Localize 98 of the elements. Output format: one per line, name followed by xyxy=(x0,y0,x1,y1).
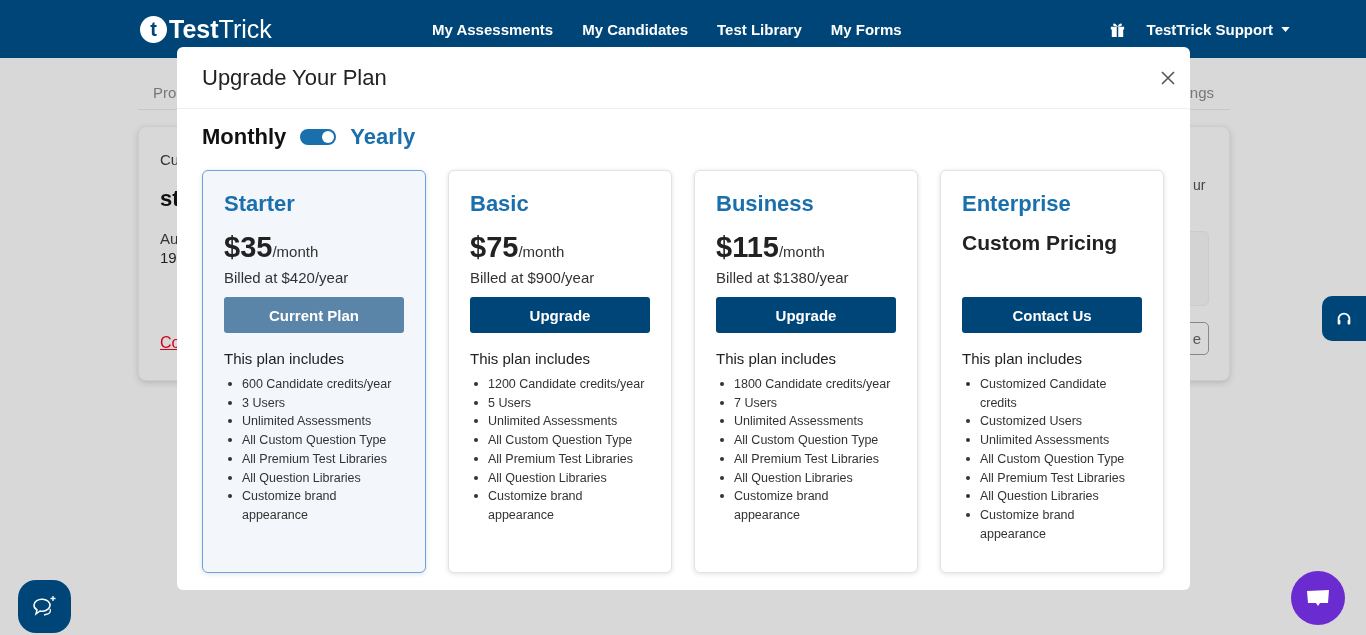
features-heading: This plan includes xyxy=(224,350,346,367)
feature-text: Unlimited Assessments xyxy=(242,413,373,431)
feature-text: All Premium Test Libraries xyxy=(980,469,1126,487)
billing-note: Billed at $900/year xyxy=(470,269,596,287)
plan-button[interactable]: Upgrade xyxy=(716,297,896,333)
bullet-icon xyxy=(966,419,970,424)
feature-text: All Question Libraries xyxy=(734,469,854,487)
field-label: Au xyxy=(160,230,180,247)
bullet-icon xyxy=(720,419,724,424)
description-text: ur xyxy=(1193,177,1206,193)
feature-text: 3 Users xyxy=(242,394,287,412)
messenger-button[interactable] xyxy=(1291,571,1345,625)
feature-text: Unlimited Assessments xyxy=(488,413,619,431)
nav-link[interactable]: My Candidates xyxy=(582,21,689,37)
bullet-icon xyxy=(228,494,232,499)
support-button[interactable] xyxy=(1322,296,1366,341)
bullet-icon xyxy=(474,382,478,386)
feature-text: Customize brand appearance xyxy=(242,488,338,524)
feature-text: All Question Libraries xyxy=(242,469,362,487)
features-heading: This plan includes xyxy=(962,350,1084,367)
bullet-icon xyxy=(474,494,478,499)
plan-price: $115 xyxy=(716,231,779,264)
bullet-icon xyxy=(228,456,232,461)
feature-text: Customize brand appearance xyxy=(734,488,830,524)
bullet-icon xyxy=(720,456,724,461)
nav-link[interactable]: Test Library xyxy=(717,21,802,37)
billing-note: Billed at $420/year xyxy=(224,269,350,287)
feature-text: All Question Libraries xyxy=(488,469,608,487)
nav-link[interactable]: My Assessments xyxy=(432,21,554,37)
feature-text: All Custom Question Type xyxy=(488,432,634,450)
bullet-icon xyxy=(966,512,970,517)
price-period: /month xyxy=(518,243,565,260)
logo-text[interactable]: TestTrick xyxy=(169,16,272,42)
bullet-icon xyxy=(474,438,478,443)
billing-option[interactable]: Yearly xyxy=(350,124,416,150)
bullet-icon xyxy=(966,456,970,461)
price-period: /month xyxy=(272,243,319,260)
plan-name: Basic xyxy=(470,191,530,217)
logo-mark-icon[interactable]: t xyxy=(140,15,167,43)
feature-text: All Premium Test Libraries xyxy=(488,450,634,468)
field-value: 19 xyxy=(160,249,178,266)
feature-text: Unlimited Assessments xyxy=(734,413,865,431)
bullet-icon xyxy=(720,494,724,499)
close-icon[interactable] xyxy=(1160,69,1176,86)
plan-name: Business xyxy=(716,191,815,217)
features-heading: This plan includes xyxy=(470,350,592,367)
feature-text: 7 Users xyxy=(734,394,779,412)
bullet-icon xyxy=(474,400,478,405)
bullet-icon xyxy=(720,438,724,443)
chat-assistant-button[interactable] xyxy=(18,580,71,633)
features-heading: This plan includes xyxy=(716,350,838,367)
plan-button[interactable]: Contact Us xyxy=(962,297,1142,333)
billing-toggle[interactable] xyxy=(300,129,337,145)
plan-price: Custom Pricing xyxy=(962,231,1118,255)
plan-name: Starter xyxy=(224,191,296,217)
bullet-icon xyxy=(720,382,724,386)
feature-text: Customized Users xyxy=(980,413,1084,431)
plan-card[interactable] xyxy=(202,170,426,573)
bullet-icon xyxy=(474,419,478,424)
plan-price: $35 xyxy=(224,231,273,264)
bullet-icon xyxy=(966,494,970,499)
feature-text: Customize brand appearance xyxy=(980,506,1076,543)
feature-text: All Custom Question Type xyxy=(980,450,1126,468)
bullet-icon xyxy=(474,456,478,461)
billing-option[interactable]: Monthly xyxy=(202,124,287,150)
feature-text: Customize brand appearance xyxy=(488,488,584,524)
bullet-icon xyxy=(228,400,232,405)
feature-text: 1800 Candidate credits/year xyxy=(734,376,892,393)
account-dropdown[interactable]: TestTrick Support xyxy=(1146,20,1290,38)
bullet-icon xyxy=(228,438,232,443)
feature-text: 600 Candidate credits/year xyxy=(242,376,393,393)
bullet-icon xyxy=(966,438,970,443)
feature-text: 1200 Candidate credits/year xyxy=(488,376,646,393)
bullet-icon xyxy=(966,382,970,386)
message-icon xyxy=(1306,588,1330,608)
feature-text: All Premium Test Libraries xyxy=(734,450,880,468)
bullet-icon xyxy=(720,475,724,480)
nav-link[interactable]: My Forms xyxy=(830,21,902,37)
feature-text: All Custom Question Type xyxy=(242,432,388,450)
bullet-icon xyxy=(228,382,232,386)
feature-text: All Custom Question Type xyxy=(734,432,880,450)
bullet-icon xyxy=(474,475,478,480)
bullet-icon xyxy=(720,400,724,405)
feature-text: Unlimited Assessments xyxy=(980,432,1111,450)
caret-icon xyxy=(1281,26,1290,32)
plan-price: $75 xyxy=(470,231,519,264)
feature-text: 5 Users xyxy=(488,394,533,412)
feature-text: All Question Libraries xyxy=(980,488,1100,506)
bullet-icon xyxy=(228,475,232,480)
plan-name: Enterprise xyxy=(962,191,1072,217)
plan-button[interactable]: Upgrade xyxy=(470,297,650,333)
dialog-title: Upgrade Your Plan xyxy=(202,64,387,91)
bullet-icon xyxy=(966,475,970,480)
feature-text: Customized Candidate credits xyxy=(980,376,1108,412)
price-period: /month xyxy=(778,243,825,260)
bullet-icon xyxy=(228,419,232,424)
billing-note: Billed at $1380/year xyxy=(716,269,850,287)
feature-text: All Premium Test Libraries xyxy=(242,450,388,468)
